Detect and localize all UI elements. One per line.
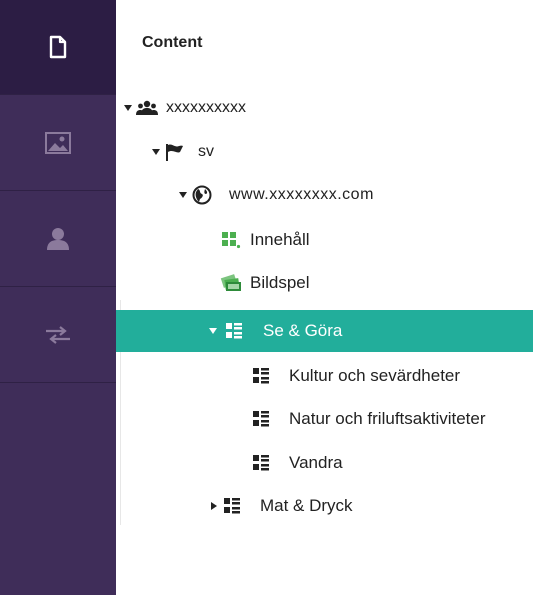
image-icon [45,132,71,154]
section-content: Content xxxxxxxxxx sv www.xxxxxxxx.com I… [116,0,537,595]
caret-down-icon[interactable] [177,189,189,201]
tree-node-label: Se & Göra [263,321,343,340]
tree-node-label: Bildspel [250,273,310,292]
tree-node-vandra[interactable]: Vandra [116,444,343,482]
list-icon [253,453,269,473]
list-icon [223,321,245,341]
tree-node-root[interactable]: xxxxxxxxxx [116,89,246,127]
tree-node-language[interactable]: sv [116,133,214,171]
tree-node-label: Vandra [289,453,343,472]
list-icon [253,409,269,429]
caret-down-icon[interactable] [122,102,134,114]
tree-node-label: Kultur och sevärdheter [289,366,461,385]
tree-node-label: www.xxxxxxxx.com [229,186,374,203]
tree-node-innehall[interactable]: Innehåll [116,221,310,259]
document-icon [49,35,67,59]
tree-node-site[interactable]: www.xxxxxxxx.com [116,176,374,214]
tree-node-label: Mat & Dryck [260,496,353,515]
group-icon [136,98,158,118]
tree-node-kultur[interactable]: Kultur och sevärdheter [116,357,460,395]
tree-node-label: Innehåll [250,230,310,249]
tree-node-bildspel[interactable]: Bildspel [116,264,310,302]
sidebar-item-content[interactable] [0,0,116,95]
caret-down-icon[interactable] [207,325,219,337]
flag-icon [164,142,186,162]
tree-node-label: Natur och friluftsaktiviteter [289,409,486,428]
grid-content-icon [220,230,242,250]
tree-node-natur[interactable]: Natur och friluftsaktiviteter [116,400,486,438]
page-title: Content [142,34,203,51]
sidebar-item-media[interactable] [0,96,116,191]
user-icon [46,227,70,251]
tree-node-se-gora[interactable]: Se & Göra [116,310,533,352]
caret-down-icon[interactable] [150,146,162,158]
slideshow-icon [220,273,242,293]
sidebar-item-members[interactable] [0,192,116,287]
app-window: Content xxxxxxxxxx sv www.xxxxxxxx.com I… [0,0,537,595]
tree-node-mat-dryck[interactable]: Mat & Dryck [116,487,353,525]
sidebar-item-translation[interactable] [0,288,116,383]
list-icon [253,366,269,386]
tree-node-label: xxxxxxxxxx [166,99,246,116]
list-icon [224,496,240,516]
tree-node-label: sv [198,143,214,160]
transfer-arrows-icon [45,325,71,345]
section-sidebar [0,0,116,595]
caret-right-icon[interactable] [208,500,220,512]
globe-icon [191,185,213,205]
